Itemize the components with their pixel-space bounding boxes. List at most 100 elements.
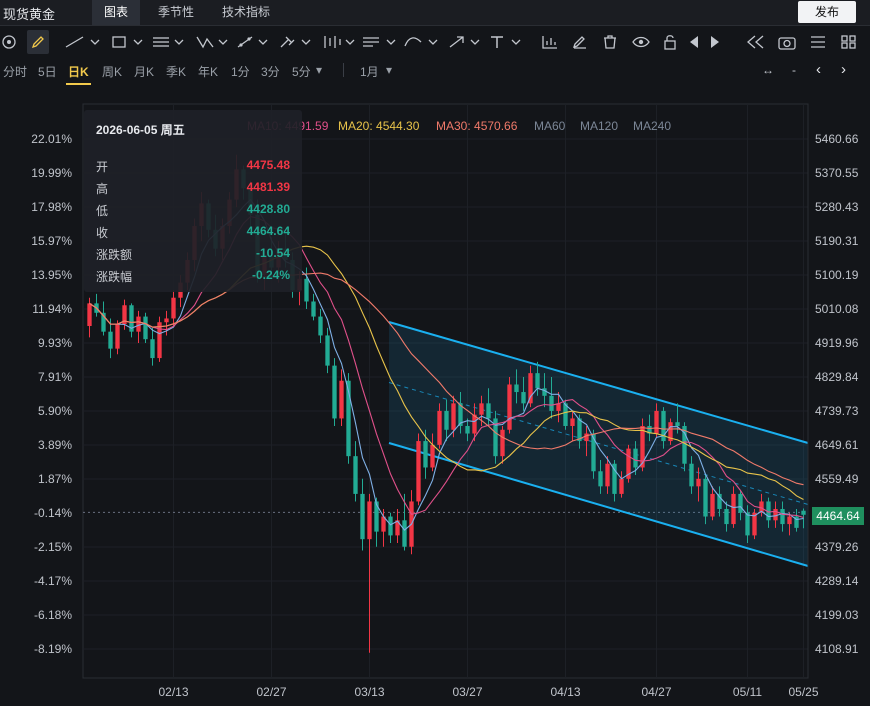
y-left-tick-label: 1.87%: [38, 472, 72, 486]
ohlc-open-value: 4475.48: [246, 158, 290, 172]
text-icon[interactable]: [488, 30, 522, 54]
indicator-icon[interactable]: [540, 30, 560, 54]
y-left-tick-label: 7.91%: [38, 370, 72, 384]
candle-body: [444, 410, 449, 430]
period-daily[interactable]: 日K: [66, 63, 91, 85]
next-icon[interactable]: [708, 30, 722, 54]
x-tick-label: 05/25: [788, 685, 818, 699]
candle-body: [486, 403, 491, 419]
candle-body: [374, 501, 379, 532]
candle-body: [339, 380, 344, 419]
scroll-right-button[interactable]: ›: [841, 61, 846, 78]
y-left-tick-label: -8.19%: [34, 642, 72, 656]
tab-indicators[interactable]: 技术指标: [210, 0, 282, 25]
zoom-out-button[interactable]: -: [792, 63, 796, 77]
x-tick-label: 04/27: [641, 685, 671, 699]
drawing-toolbar: [0, 26, 870, 58]
candle-body: [703, 478, 708, 517]
candle-body: [437, 410, 442, 445]
candle-body: [360, 493, 365, 540]
measure-icon[interactable]: [361, 30, 397, 54]
period-monthly[interactable]: 月K: [134, 63, 154, 80]
period-3min[interactable]: 3分: [261, 63, 280, 80]
candle-body: [773, 508, 778, 521]
line-icon[interactable]: [62, 30, 102, 54]
candle-body: [479, 403, 484, 415]
camera-icon[interactable]: [776, 30, 798, 54]
period-1min[interactable]: 1分: [231, 63, 250, 80]
candle-body: [87, 303, 92, 327]
target-icon[interactable]: [0, 30, 18, 54]
candle-body: [801, 510, 806, 515]
rewind-icon[interactable]: [745, 30, 767, 54]
candle-body: [304, 278, 309, 302]
candle-body: [598, 471, 603, 487]
period-intraday[interactable]: 分时: [3, 63, 27, 80]
candle-body: [654, 410, 659, 434]
prev-icon[interactable]: [687, 30, 701, 54]
candle-body: [605, 463, 610, 487]
y-left-tick-label: 15.97%: [31, 234, 72, 248]
period-1month-dropdown-icon[interactable]: ▾: [386, 63, 392, 77]
candle-body: [416, 441, 421, 502]
y-right-tick-label: 5100.19: [815, 268, 859, 282]
y-right-tick-label: 5280.43: [815, 200, 859, 214]
candle-body: [451, 403, 456, 430]
candle-body: [675, 422, 680, 426]
y-left-tick-label: 13.95%: [31, 268, 72, 282]
tab-seasonality[interactable]: 季节性: [146, 0, 206, 25]
rect-icon[interactable]: [110, 30, 144, 54]
expand-icon[interactable]: ↔: [762, 63, 774, 77]
ohlc-change-value: -10.54: [255, 246, 290, 260]
ma240-legend: MA240: [633, 119, 672, 133]
ohlc-tooltip: 2026-06-05 周五 开 4475.48 高 4481.39 低 4428.80…: [84, 110, 302, 292]
candle-body: [164, 318, 169, 323]
candle-body: [780, 508, 785, 525]
period-5min[interactable]: 5分: [292, 63, 311, 80]
y-left-tick-label: 17.98%: [31, 200, 72, 214]
candle-body: [311, 301, 316, 317]
candle-body: [507, 384, 512, 430]
y-right-tick-label: 5370.55: [815, 166, 859, 180]
y-left-tick-label: 5.90%: [38, 404, 72, 418]
period-1month[interactable]: 1月: [360, 63, 379, 80]
fib-icon[interactable]: [235, 30, 269, 54]
candle-body: [738, 493, 743, 513]
grid-icon[interactable]: [838, 30, 860, 54]
candle-body: [318, 316, 323, 336]
brush-icon[interactable]: [278, 30, 312, 54]
curve-icon[interactable]: [403, 30, 439, 54]
period-weekly[interactable]: 周K: [102, 63, 122, 80]
x-tick-label: 05/11: [733, 685, 762, 699]
y-left-tick-label: 9.93%: [38, 336, 72, 350]
period-yearly[interactable]: 年K: [198, 63, 218, 80]
period-5d[interactable]: 5日: [38, 63, 57, 80]
layout-icon[interactable]: [807, 30, 829, 54]
pen-icon[interactable]: [27, 30, 49, 54]
edit-icon[interactable]: [570, 30, 590, 54]
candle-body: [745, 512, 750, 536]
lock-icon[interactable]: [660, 30, 680, 54]
period-dropdown-icon[interactable]: ▾: [316, 63, 322, 77]
publish-button[interactable]: 发布: [798, 1, 856, 23]
y-left-tick-label: 11.94%: [32, 302, 72, 316]
scroll-left-button[interactable]: ‹: [816, 61, 821, 78]
eye-icon[interactable]: [630, 30, 652, 54]
ma60-legend: MA60: [534, 119, 566, 133]
y-left-tick-label: 19.99%: [31, 166, 72, 180]
tab-chart[interactable]: 图表: [92, 0, 141, 25]
arrow-icon[interactable]: [447, 30, 481, 54]
pattern-icon[interactable]: [195, 30, 229, 54]
candle-body: [402, 520, 407, 547]
candle-body: [150, 339, 155, 359]
bars-icon[interactable]: [322, 30, 356, 54]
y-left-tick-label: 3.89%: [38, 438, 72, 452]
hline-icon[interactable]: [151, 30, 185, 54]
trash-icon[interactable]: [600, 30, 620, 54]
x-tick-label: 03/13: [354, 685, 384, 699]
period-quarterly[interactable]: 季K: [166, 63, 186, 80]
ohlc-high-value: 4481.39: [246, 180, 290, 194]
y-right-tick-label: 4559.49: [815, 472, 859, 486]
y-left-tick-label: -2.15%: [34, 540, 72, 554]
price-channel: [388, 321, 809, 567]
